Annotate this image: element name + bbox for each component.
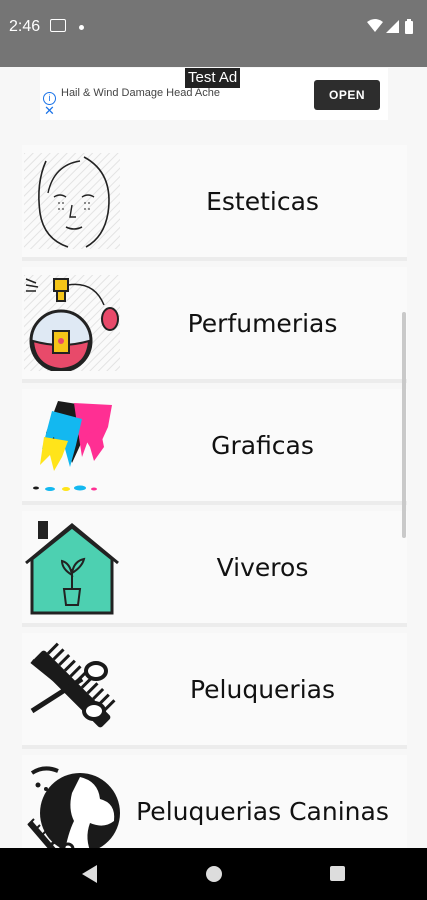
category-label: Peluquerias (189, 674, 336, 704)
recents-icon[interactable] (330, 866, 345, 881)
perfume-bottle-icon (24, 275, 120, 371)
status-bar: 2:46 (0, 0, 427, 67)
category-label: Graficas (211, 430, 314, 460)
category-item-perfumerias[interactable]: Perfumerias (22, 267, 407, 383)
system-status-icons (367, 19, 413, 34)
category-label: Viveros (216, 552, 309, 582)
category-list: Esteticas Perfumerias Graficas Viveros P… (22, 145, 407, 877)
face-icon (24, 153, 120, 249)
category-item-peluquerias[interactable]: Peluquerias (22, 633, 407, 749)
message-icon (50, 19, 66, 32)
dog-grooming-icon (27, 766, 120, 856)
ad-close-icon[interactable]: ✕ (44, 104, 55, 118)
scissors-comb-icon (30, 642, 116, 728)
test-ad-badge: Test Ad (185, 68, 241, 88)
signal-icon (386, 20, 399, 33)
category-item-esteticas[interactable]: Esteticas (22, 145, 407, 261)
category-label: Esteticas (206, 186, 319, 216)
ad-open-button[interactable]: OPEN (314, 80, 380, 110)
category-item-graficas[interactable]: Graficas (22, 389, 407, 505)
ad-text[interactable]: Hail & Wind Damage Head Ache (61, 87, 220, 99)
greenhouse-icon (25, 521, 119, 615)
ink-splash-icon (33, 401, 112, 491)
scrollbar[interactable] (402, 312, 406, 538)
navigation-bar (0, 848, 427, 900)
home-icon[interactable] (206, 866, 222, 882)
category-item-viveros[interactable]: Viveros (22, 511, 407, 627)
back-icon[interactable] (82, 865, 97, 883)
battery-icon (405, 19, 413, 34)
status-time: 2:46 (9, 18, 41, 35)
category-label: Perfumerias (187, 308, 338, 338)
wifi-icon (367, 19, 383, 32)
notification-dot-icon (79, 25, 84, 30)
ad-banner[interactable]: Test Ad i ✕ Hail & Wind Damage Head Ache… (40, 68, 388, 120)
